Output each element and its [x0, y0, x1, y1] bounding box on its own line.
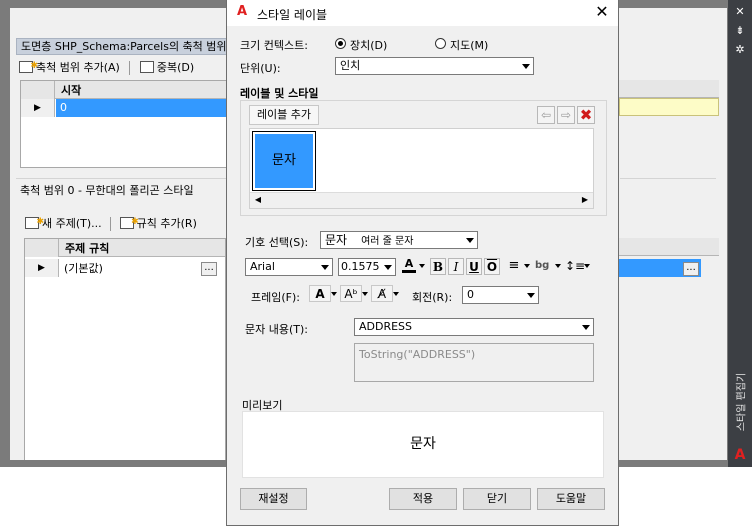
app-logo-icon: A — [236, 4, 248, 19]
grid-header-row: 시작 — [21, 81, 231, 99]
preview-area: 문자 — [242, 411, 604, 478]
add-label-button[interactable]: 레이블 추가 — [249, 105, 319, 125]
close-button[interactable]: 닫기 — [463, 488, 531, 510]
new-theme-icon — [25, 212, 44, 232]
chevron-down-icon — [380, 259, 395, 275]
theme-rule-column-header: 주제 규칙 — [65, 242, 110, 255]
device-radio[interactable] — [335, 38, 346, 49]
background-dropdown-icon[interactable] — [552, 260, 564, 272]
delete-label-icon[interactable]: ✖ — [577, 106, 595, 124]
rotation-label: 회전(R): — [412, 291, 453, 304]
row-selector-icon[interactable]: ▶ — [21, 99, 55, 117]
grid-header-row: 주제 규칙 — [25, 239, 225, 257]
label-tile[interactable]: 문자 — [252, 131, 316, 191]
dialog-title: 스타일 레이블 — [257, 8, 328, 22]
theme-toolbar: 새 주제(T)... 규칙 추가(R) — [22, 212, 226, 236]
horizontal-scrollbar[interactable]: ◀ ▶ — [250, 192, 593, 208]
label-tile-text: 문자 — [255, 134, 313, 188]
chevron-down-icon — [317, 259, 332, 275]
toolbar-divider — [110, 217, 112, 231]
map-radio[interactable] — [435, 38, 446, 49]
device-radio-label[interactable]: 장치(D) — [350, 37, 387, 53]
scroll-left-icon[interactable]: ◀ — [251, 194, 265, 207]
label-tiles-area: 문자 ◀ ▶ — [249, 128, 594, 209]
dialog-titlebar: A 스타일 레이블 ✕ — [227, 0, 618, 26]
grid-header-continuation — [619, 238, 719, 256]
theme-rule-grid: 주제 규칙 ▶ (기본값) ... — [24, 238, 226, 460]
add-scale-range-button[interactable]: 축척 범위 추가(A) — [16, 56, 123, 78]
chevron-down-icon — [518, 58, 533, 74]
font-size-select[interactable]: 0.1575 — [338, 258, 396, 276]
symbol-select-label: 기호 선택(S): — [245, 236, 309, 249]
labels-styles-heading: 레이블 및 스타일 — [240, 87, 319, 100]
close-palette-icon[interactable]: ✕ — [728, 6, 752, 17]
start-value-cell[interactable]: 0 — [56, 99, 231, 117]
apply-button[interactable]: 적용 — [389, 488, 457, 510]
frame-shape-dropdown-icon[interactable] — [359, 288, 371, 300]
scale-range-section-title: 도면층 SHP_Schema:Parcels의 축척 범위 — [21, 40, 227, 53]
map-radio-label[interactable]: 지도(M) — [450, 37, 488, 53]
align-dropdown-icon[interactable] — [521, 260, 533, 272]
duplicate-icon — [139, 61, 154, 73]
autocad-logo-icon: A — [734, 447, 746, 463]
table-row[interactable]: ▶ 0 — [21, 99, 231, 117]
selected-range-cell[interactable] — [619, 98, 719, 116]
scale-range-toolbar: 축척 범위 추가(A) 중복(D) — [16, 56, 228, 80]
font-color-icon[interactable]: A — [401, 257, 417, 273]
font-color-swatch — [402, 270, 416, 273]
line-spacing-icon[interactable]: ↕≡ — [565, 258, 585, 274]
expression-field[interactable]: ToString("ADDRESS") — [354, 343, 594, 382]
scale-range-section-header: 도면층 SHP_Schema:Parcels의 축척 범위 — [16, 38, 228, 55]
reset-button[interactable]: 재설정 — [240, 488, 307, 510]
section-divider — [620, 178, 716, 179]
font-color-dropdown-icon[interactable] — [416, 260, 428, 272]
chevron-down-icon — [462, 232, 477, 248]
new-theme-button[interactable]: 새 주제(T)... — [22, 212, 105, 234]
edit-style-ellipsis-button[interactable]: ... — [683, 262, 699, 276]
italic-icon[interactable]: I — [448, 258, 464, 275]
style-label-dialog: A 스타일 레이블 ✕ 크기 컨텍스트: 장치(D) 지도(M) 단위(U): … — [226, 0, 619, 526]
table-row[interactable]: ▶ (기본값) ... — [25, 259, 225, 277]
rotation-select[interactable]: 0 — [462, 286, 539, 304]
text-content-select[interactable]: ADDRESS — [354, 318, 594, 336]
row-selector-icon[interactable]: ▶ — [25, 259, 59, 277]
toolbar-divider — [129, 61, 131, 75]
unit-select[interactable]: 인치 — [335, 57, 534, 75]
bold-icon[interactable]: B — [430, 258, 446, 275]
text-content-label: 문자 내용(T): — [245, 323, 308, 336]
grid-header-continuation — [619, 80, 719, 98]
add-scale-range-icon — [19, 56, 38, 76]
help-button[interactable]: 도움말 — [537, 488, 605, 510]
section-divider — [16, 178, 226, 179]
chevron-down-icon — [578, 319, 593, 335]
symbol-select[interactable]: 문자 여러 줄 문자 — [320, 231, 478, 249]
row-header-corner — [25, 239, 59, 257]
polygon-style-section-title: 축척 범위 0 - 무한대의 폴리곤 스타일 — [20, 184, 194, 197]
duplicate-button[interactable]: 중복(D) — [137, 58, 197, 78]
underline-icon[interactable]: U — [466, 258, 482, 275]
size-context-label: 크기 컨텍스트: — [240, 39, 308, 52]
scale-range-grid: 시작 ▶ 0 — [20, 80, 232, 168]
font-select[interactable]: Arial — [245, 258, 333, 276]
start-column-header: 시작 — [61, 84, 82, 97]
close-icon[interactable]: ✕ — [592, 3, 612, 21]
frame-fill-dropdown-icon[interactable] — [328, 288, 340, 300]
frame-label: 프레임(F): — [251, 291, 300, 304]
edit-rule-ellipsis-button[interactable]: ... — [201, 262, 217, 276]
chevron-down-icon — [523, 287, 538, 303]
frame-line-dropdown-icon[interactable] — [390, 288, 402, 300]
add-rule-icon — [119, 212, 139, 232]
properties-icon[interactable]: ✲ — [728, 44, 752, 55]
row-header-corner — [21, 81, 55, 99]
autohide-icon[interactable]: ⇟ — [728, 25, 752, 36]
move-left-icon[interactable]: ⇦ — [537, 106, 555, 124]
move-right-icon[interactable]: ⇨ — [557, 106, 575, 124]
unit-label: 단위(U): — [240, 62, 281, 75]
add-rule-button[interactable]: 규칙 추가(R) — [117, 212, 200, 234]
overline-icon[interactable]: O — [484, 258, 500, 275]
scroll-right-icon[interactable]: ▶ — [578, 194, 592, 207]
palette-title: 스타일 편집기 — [736, 372, 748, 432]
line-spacing-dropdown-icon[interactable] — [581, 260, 593, 272]
default-rule-cell[interactable]: (기본값) — [64, 260, 103, 276]
